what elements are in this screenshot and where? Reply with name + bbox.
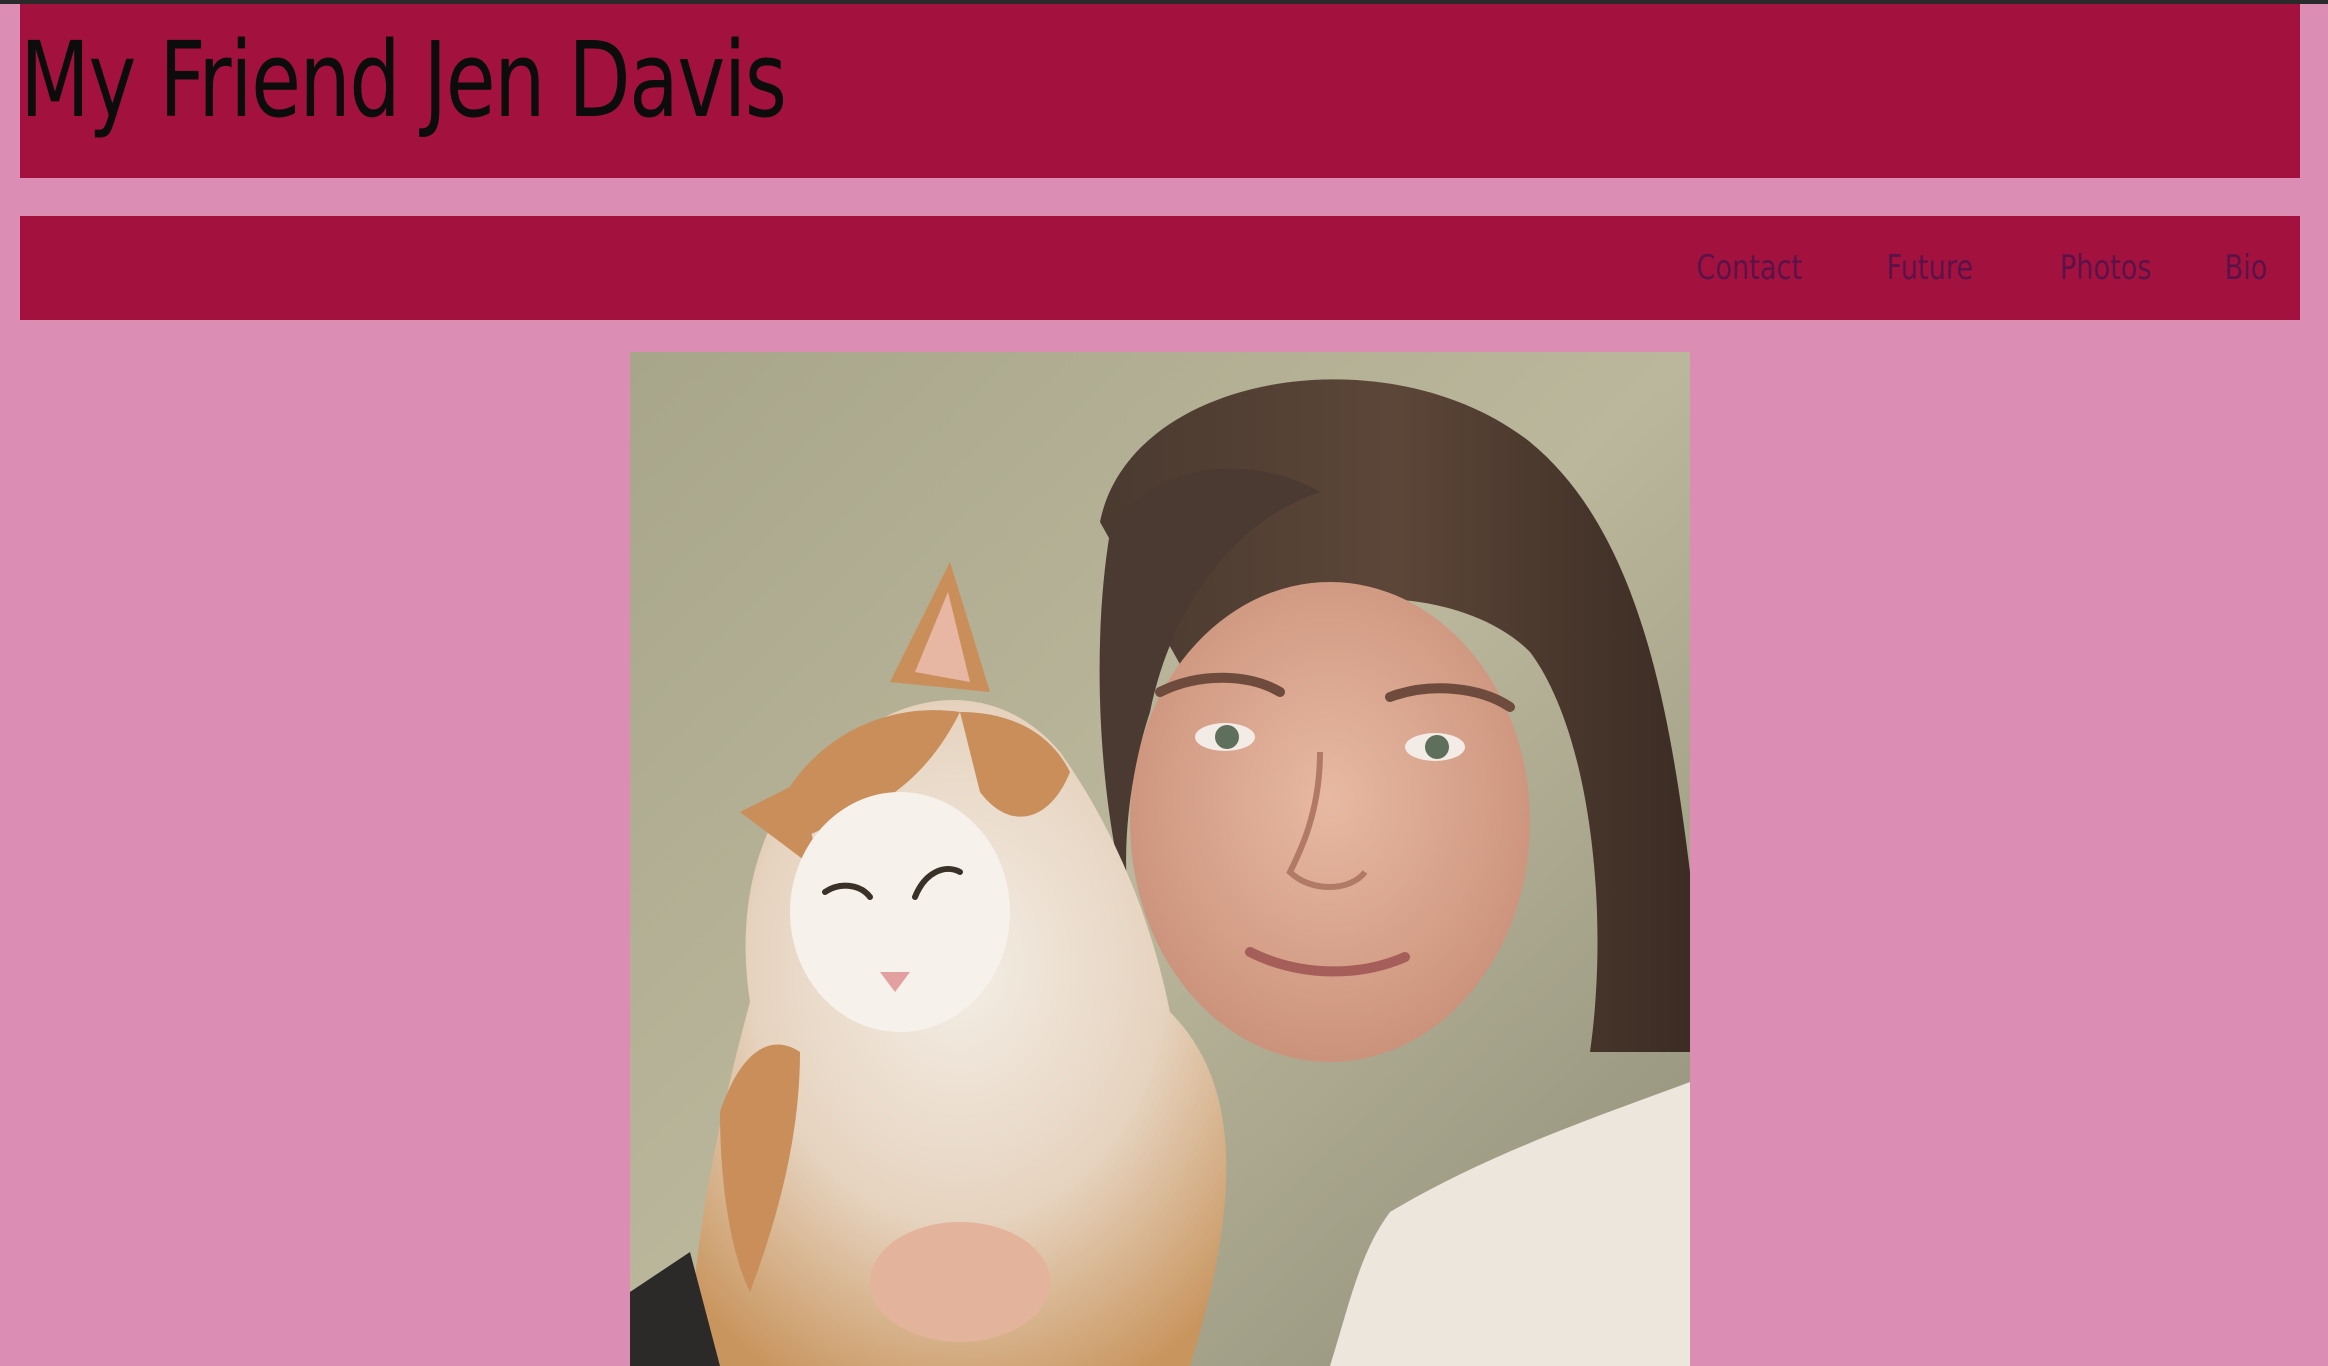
nav-link-contact[interactable]: Contact [1697,248,1803,288]
nav-link-photos[interactable]: Photos [2060,248,2152,288]
nav-links: Contact Future Photos Bio [1607,216,2268,320]
featured-photo [630,352,1690,1366]
main-nav: Contact Future Photos Bio [20,216,2300,320]
photo-image [630,352,1690,1366]
nav-link-future[interactable]: Future [1887,248,1974,288]
nav-link-bio[interactable]: Bio [2225,248,2268,288]
site-header: My Friend Jen Davis [20,4,2300,178]
site-title: My Friend Jen Davis [20,19,787,141]
